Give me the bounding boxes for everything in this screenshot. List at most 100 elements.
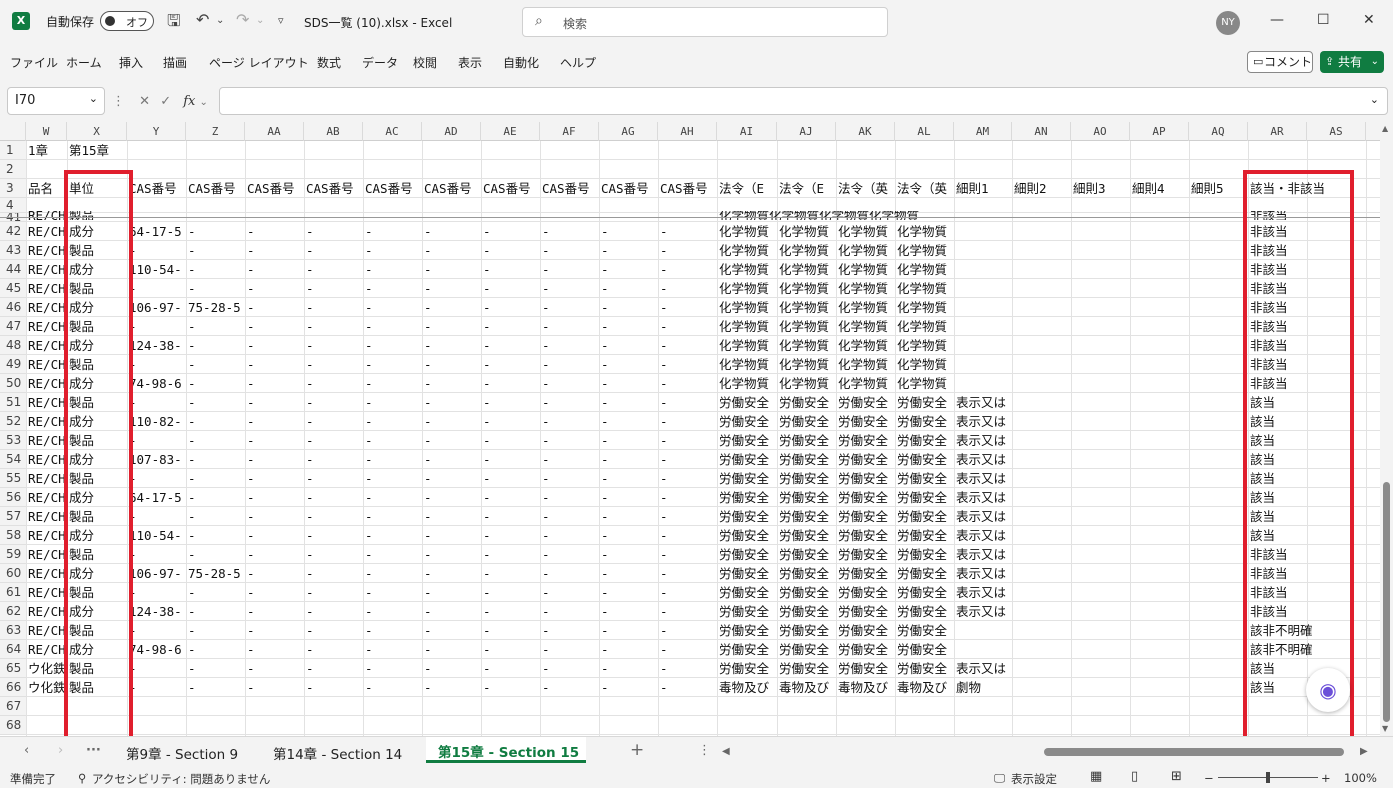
column-header[interactable]: AH [658,122,717,141]
cell-w[interactable]: RE/CH [26,450,67,469]
row-header[interactable]: 58 [0,526,26,545]
cell-al[interactable]: 化学物質 [895,317,954,336]
cell-ai[interactable]: 労働安全 [717,640,777,659]
row-header[interactable]: 44 [0,260,26,279]
cell-ac[interactable]: - [363,222,373,241]
row-header[interactable]: 50 [0,374,26,393]
cell-ad[interactable]: - [422,678,432,697]
cell-y[interactable]: 110-54- [127,526,186,545]
cell-ai[interactable]: 労働安全 [717,583,777,602]
column-header[interactable]: AB [304,122,363,141]
cell-y[interactable]: 110-82- [127,412,186,431]
cell-ah[interactable]: - [658,545,668,564]
cell-ab[interactable]: - [304,507,314,526]
cell-aa[interactable]: - [245,279,255,298]
cell-ad[interactable]: - [422,621,432,640]
cell-am[interactable]: 細則1 [954,179,1012,198]
zoom-out-icon[interactable]: − [1204,771,1214,785]
column-header[interactable]: AM [954,122,1012,141]
cell-al[interactable]: 労働安全 [895,469,954,488]
cell-w[interactable]: RE/CH [26,526,67,545]
cell-aa[interactable]: - [245,564,255,583]
horizontal-scroll-thumb[interactable] [1044,748,1344,756]
cell-aq[interactable]: 細則5 [1189,179,1248,198]
row-header[interactable]: 2 [0,160,26,179]
autosave-toggle[interactable]: オフ [100,11,154,31]
cell-ag[interactable]: - [599,317,609,336]
cell-ah[interactable]: - [658,317,668,336]
cell-z[interactable]: - [186,355,245,374]
cell-al[interactable]: 労働安全 [895,488,954,507]
close-icon[interactable]: ✕ [1363,12,1375,28]
cell-al[interactable]: 化学物質 [895,260,954,279]
cell-ab[interactable]: - [304,564,314,583]
cell-ak[interactable]: 労働安全 [836,431,895,450]
row-header[interactable]: 65 [0,659,26,678]
cell-ae[interactable]: - [481,393,491,412]
cell-ac[interactable]: - [363,526,373,545]
cell-ah[interactable]: - [658,336,668,355]
cell-ae[interactable]: - [481,298,491,317]
cell-al[interactable]: 労働安全 [895,507,954,526]
cell-ag[interactable]: - [599,374,609,393]
cell-z[interactable]: - [186,450,245,469]
cell-ak[interactable]: 化学物質 [836,298,895,317]
cell-ah[interactable]: - [658,507,668,526]
comment-button[interactable]: ▭ コメント [1247,51,1313,73]
cell-aj[interactable]: 労働安全 [777,431,836,450]
cell-w[interactable]: 1章 [26,141,67,160]
cell-ag[interactable]: - [599,602,609,621]
cell-al[interactable]: 労働安全 [895,412,954,431]
cell-w[interactable]: RE/CH [26,640,67,659]
cell-z[interactable]: 75-28-5 [186,298,245,317]
cell-aj[interactable]: 法令（E [777,179,836,198]
cell-ad[interactable]: CAS番号 [422,179,481,198]
cell-y[interactable]: - [127,678,186,697]
cell-ab[interactable]: - [304,640,314,659]
cell-ag[interactable]: - [599,450,609,469]
cell-al[interactable]: 法令（英 [895,179,954,198]
cell-aa[interactable]: - [245,545,255,564]
cell-am[interactable] [954,241,1012,260]
column-header[interactable]: AC [363,122,422,141]
cell-af[interactable]: - [540,678,550,697]
cell-am[interactable] [954,374,1012,393]
cell-z[interactable]: - [186,488,245,507]
accessibility-icon[interactable]: ⚲ [78,771,86,785]
column-header[interactable]: W [26,122,67,141]
cell-ah[interactable]: - [658,621,668,640]
cell-am[interactable]: 表示又は [954,602,1012,621]
sheet-tab-chapter15[interactable]: 第15章 - Section 15 [438,741,579,761]
cell-ac[interactable]: - [363,260,373,279]
cell-w[interactable]: RE/CH [26,355,67,374]
cell-w[interactable]: RE/CH [26,545,67,564]
cell-af[interactable]: - [540,621,550,640]
cell-z[interactable]: - [186,317,245,336]
cell-al[interactable]: 労働安全 [895,640,954,659]
cell-y[interactable]: - [127,621,186,640]
cell-ac[interactable]: - [363,374,373,393]
cell-am[interactable] [954,355,1012,374]
cell-al[interactable]: 労働安全 [895,450,954,469]
cell-am[interactable] [954,279,1012,298]
row-header[interactable]: 68 [0,716,26,735]
cell-ai[interactable]: 労働安全 [717,469,777,488]
row-header[interactable]: 61 [0,583,26,602]
cell-ac[interactable]: - [363,488,373,507]
cell-aa[interactable]: - [245,488,255,507]
cell-ab[interactable]: - [304,545,314,564]
row-header[interactable]: 55 [0,469,26,488]
cell-aj[interactable]: 化学物質 [777,241,836,260]
cell-w[interactable]: ウ化鉄 [26,678,67,697]
hscroll-left-icon[interactable]: ◀ [722,746,730,757]
cell-z[interactable]: - [186,507,245,526]
more-options-icon[interactable]: ⋮ [112,94,125,109]
cell-al[interactable]: 毒物及び [895,678,954,697]
cell-aj[interactable]: 労働安全 [777,488,836,507]
scroll-down-icon[interactable]: ▼ [1382,724,1388,733]
cancel-entry-icon[interactable]: ✕ [139,94,150,109]
cell-ab[interactable]: - [304,431,314,450]
cell-w[interactable]: RE/CH [26,602,67,621]
cell-ad[interactable]: - [422,545,432,564]
cell-af[interactable]: - [540,564,550,583]
